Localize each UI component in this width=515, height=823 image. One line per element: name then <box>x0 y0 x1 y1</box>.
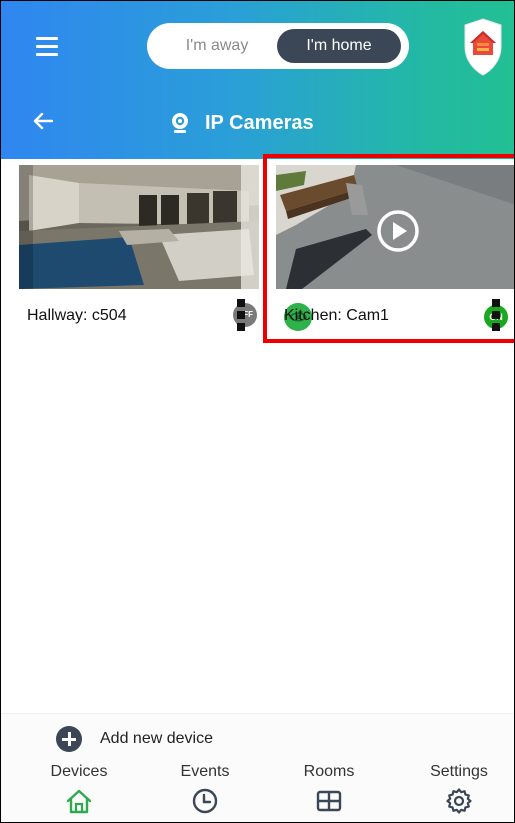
home-icon <box>66 789 92 814</box>
security-shield-icon[interactable] <box>463 17 503 77</box>
home-mode-button[interactable]: I'm home <box>277 29 401 63</box>
away-mode-button[interactable]: I'm away <box>157 29 277 63</box>
nav-rooms[interactable]: Rooms <box>279 763 379 822</box>
camera-thumbnail-hallway[interactable] <box>19 165 259 289</box>
back-arrow-icon[interactable] <box>31 109 55 133</box>
add-device-label: Add new device <box>100 730 213 747</box>
nav-devices[interactable]: Devices <box>29 763 129 822</box>
nav-devices-label: Devices <box>50 763 108 780</box>
app-frame: I'm away I'm home IP Cameras OFF Hallway… <box>0 0 515 823</box>
grid-icon <box>316 790 342 812</box>
clock-icon <box>192 788 218 814</box>
webcam-icon <box>172 113 188 133</box>
add-new-device-button[interactable]: Add new device <box>56 725 213 753</box>
nav-settings[interactable]: Settings <box>409 763 509 822</box>
plus-icon <box>56 726 82 752</box>
presence-mode-toggle: I'm away I'm home <box>147 23 409 69</box>
more-options-icon[interactable] <box>490 299 502 331</box>
gear-icon <box>446 788 472 814</box>
app-header: I'm away I'm home IP Cameras <box>1 1 514 159</box>
page-title-group: IP Cameras <box>169 109 314 137</box>
nav-events-label: Events <box>180 763 230 780</box>
nav-rooms-label: Rooms <box>303 763 355 780</box>
nav-events[interactable]: Events <box>155 763 255 822</box>
camera-card-kitchen: ON Kitchen: Cam1 <box>276 165 514 341</box>
camera-card-hallway: OFF Hallway: c504 <box>19 165 259 341</box>
camera-name-label: Hallway: c504 <box>27 307 127 324</box>
page-title: IP Cameras <box>205 111 314 134</box>
camera-name-label: Kitchen: Cam1 <box>284 307 389 324</box>
play-video-icon[interactable] <box>376 209 420 253</box>
more-options-icon[interactable] <box>235 299 247 331</box>
hamburger-menu-icon[interactable] <box>36 36 60 56</box>
nav-settings-label: Settings <box>430 763 488 780</box>
